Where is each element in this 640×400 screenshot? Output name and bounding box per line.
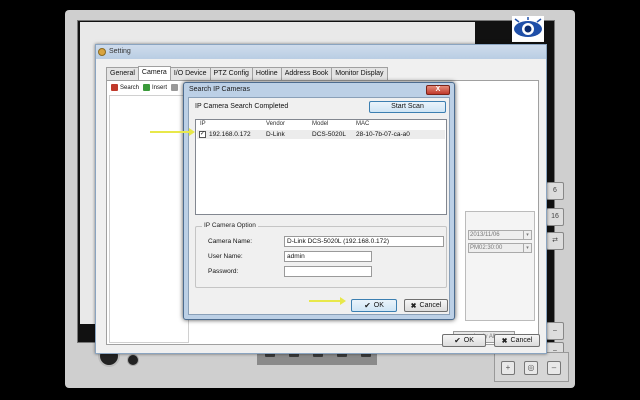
search-button[interactable]: Search: [111, 84, 139, 91]
delete-button[interactable]: [171, 84, 179, 91]
column-vendor: Vendor: [266, 121, 286, 127]
eye-logo-icon: [512, 16, 544, 42]
chevron-down-icon[interactable]: ▾: [523, 231, 531, 239]
cell-vendor: D-Link: [266, 131, 285, 138]
search-icon: [111, 84, 118, 91]
dialog-cancel-label: Cancel: [419, 302, 442, 309]
settings-ok-label: OK: [463, 337, 474, 344]
insert-icon: [143, 84, 151, 91]
settings-titlebar: Setting: [96, 45, 546, 59]
dialog-body: IP Camera Search Completed Start Scan IP…: [188, 97, 450, 315]
camera-name-field[interactable]: D-Link DCS-5020L (192.168.0.172): [284, 236, 444, 247]
settings-ok-button[interactable]: ✔ OK: [442, 334, 486, 347]
row-checkbox[interactable]: ✓: [199, 131, 206, 138]
close-icon: ✖: [501, 337, 508, 345]
dialog-ok-button[interactable]: ✔ OK: [351, 299, 397, 312]
cell-ip: 192.168.0.172: [209, 131, 251, 138]
tab-io-device[interactable]: I/O Device: [169, 67, 211, 80]
annotation-arrow-row: [150, 128, 195, 136]
settings-tabs: General Camera I/O Device PTZ Config Hot…: [106, 66, 388, 80]
search-status: IP Camera Search Completed: [195, 103, 289, 110]
insert-label: Insert: [152, 84, 168, 91]
start-scan-button[interactable]: Start Scan: [369, 101, 446, 113]
column-model: Model: [312, 121, 329, 127]
column-ip: IP: [200, 121, 206, 127]
annotation-arrow-ok: [309, 297, 346, 305]
option-legend: IP Camera Option: [202, 222, 258, 229]
settings-cancel-button[interactable]: ✖ Cancel: [494, 334, 540, 347]
close-button[interactable]: X: [426, 85, 450, 95]
check-icon: ✔: [364, 301, 371, 310]
layout-6-icon[interactable]: 6: [546, 182, 564, 200]
layout-16-icon[interactable]: 16: [546, 208, 564, 226]
screen: 22 6 16 ⇄ – – + ◎ – Setting General Came…: [0, 0, 640, 400]
camera-results-table: IP Vendor Model MAC ✓ 192.168.0.172 D-Li…: [195, 119, 447, 215]
gear-icon: [98, 48, 106, 56]
dialog-titlebar: Search IP Cameras X: [184, 83, 454, 96]
ip-camera-option-group: IP Camera Option Camera Name: D-Link DCS…: [195, 222, 447, 288]
tab-ptz-config[interactable]: PTZ Config: [209, 67, 253, 80]
ptz-controls: + ◎ –: [494, 352, 569, 382]
delete-icon: [171, 84, 179, 91]
camera-toolbar: Search Insert: [111, 84, 179, 91]
check-icon: ✔: [454, 336, 461, 345]
tab-camera[interactable]: Camera: [137, 66, 171, 80]
dialog-title: Search IP Cameras: [189, 86, 250, 93]
time-field[interactable]: PM02:30:00 ▾: [468, 243, 532, 253]
dialog-ok-label: OK: [373, 302, 384, 309]
camera-name-label: Camera Name:: [208, 238, 253, 245]
dialog-cancel-button[interactable]: ✖ Cancel: [404, 299, 448, 312]
ptz-center-icon[interactable]: ◎: [524, 361, 538, 375]
password-label: Password:: [208, 268, 239, 275]
user-name-field[interactable]: admin: [284, 251, 372, 262]
cell-mac: 28-10-7b-07-ca-a0: [356, 131, 410, 138]
close-icon: ✖: [410, 302, 417, 310]
layout-switch-icon[interactable]: ⇄: [546, 232, 564, 250]
side-button-1[interactable]: –: [546, 322, 564, 340]
schedule-group: 2013/11/06 ▾ PM02:30:00 ▾: [465, 211, 535, 321]
settings-title: Setting: [109, 48, 131, 55]
chevron-down-icon[interactable]: ▾: [523, 244, 531, 252]
tab-hotline[interactable]: Hotline: [251, 67, 282, 80]
tab-general[interactable]: General: [106, 67, 139, 80]
date-field[interactable]: 2013/11/06 ▾: [468, 230, 532, 240]
ptz-plus-icon[interactable]: +: [501, 361, 515, 375]
date-value: 2013/11/06: [470, 232, 500, 238]
column-mac: MAC: [356, 121, 370, 127]
ptz-minus-icon[interactable]: –: [547, 361, 561, 375]
cell-model: DCS-5020L: [312, 131, 346, 138]
settings-cancel-label: Cancel: [510, 337, 533, 344]
search-ip-cameras-dialog: Search IP Cameras X IP Camera Search Com…: [183, 82, 455, 320]
user-name-label: User Name:: [208, 253, 243, 260]
password-field[interactable]: [284, 266, 372, 277]
tab-address-book[interactable]: Address Book: [280, 67, 333, 80]
table-row[interactable]: ✓ 192.168.0.172 D-Link DCS-5020L 28-10-7…: [197, 130, 445, 139]
search-label: Search: [120, 84, 140, 91]
insert-button[interactable]: Insert: [143, 84, 167, 91]
time-value: PM02:30:00: [470, 245, 503, 251]
tab-monitor-display[interactable]: Monitor Display: [331, 67, 388, 80]
minimize-icon[interactable]: [127, 354, 139, 366]
